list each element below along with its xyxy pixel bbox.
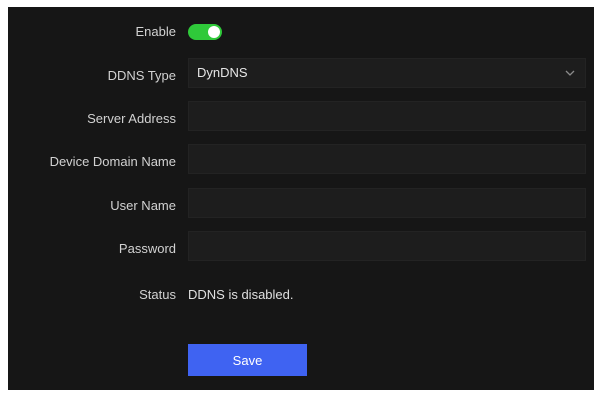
ddns-type-label: DDNS Type (107, 68, 176, 83)
enable-toggle[interactable] (188, 24, 222, 40)
save-button[interactable]: Save (188, 344, 307, 376)
ddns-type-select[interactable]: DynDNS (188, 58, 586, 88)
toggle-knob (208, 26, 220, 38)
device-domain-name-input[interactable] (188, 144, 586, 174)
device-domain-name-label: Device Domain Name (49, 154, 176, 169)
status-label: Status (139, 287, 176, 302)
ddns-type-value: DynDNS (197, 65, 248, 80)
server-address-input[interactable] (188, 101, 586, 131)
status-value: DDNS is disabled. (188, 287, 294, 302)
enable-label: Enable (135, 24, 176, 39)
user-name-input[interactable] (188, 188, 586, 218)
chevron-down-icon (565, 70, 575, 76)
server-address-label: Server Address (87, 111, 176, 126)
password-label: Password (118, 241, 176, 256)
password-input[interactable] (188, 231, 586, 261)
user-name-label: User Name (110, 198, 176, 213)
ddns-settings-panel: Enable DDNS Type DynDNS Server Address D… (8, 7, 594, 390)
